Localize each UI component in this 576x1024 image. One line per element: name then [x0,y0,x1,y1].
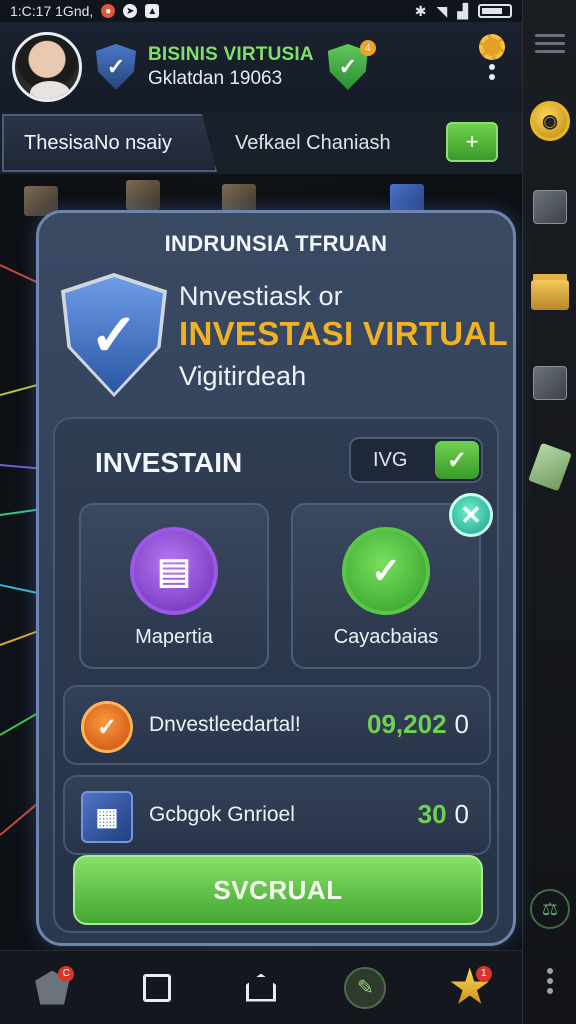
app-name: BISINIS VIRTUSIA [148,44,314,65]
chat-card-icon: ▤ [130,527,218,615]
section-title: INVESTAIN [95,447,243,478]
right-rail: ◉ ⚖ [522,0,576,1024]
headline-line-1: Nnvestiask or [179,281,343,311]
notification-count: 4 [359,40,376,56]
gallery-icon: ▲ [145,4,160,18]
investment-row[interactable]: ✓ Dnvestleedartal! 09,202 0 [63,685,491,765]
ivg-toggle[interactable]: IVG ✓ [349,437,483,483]
row-value: 09,202 0 [367,709,469,740]
toggle-label: IVG [373,449,408,471]
profile-header: ✓ BISINIS VIRTUSIA Gklatdan 19063 ✓ 4 [0,22,522,112]
header-titles: BISINIS VIRTUSIA Gklatdan 19063 [148,44,314,90]
row-value: 30 0 [418,799,469,830]
home-icon [245,973,276,1002]
bluetooth-icon: ✱ [414,2,427,19]
background-crate [126,180,160,210]
vault-button[interactable] [529,362,571,404]
gold-bars-button[interactable] [529,274,571,316]
investment-row[interactable]: ▦ Gcbgok Gnrioel 30 0 [63,775,491,855]
gold-bars-icon [531,280,569,310]
tab-active[interactable]: ThesisaNo nsaiy [2,114,217,172]
check-icon: ✓ [435,441,479,479]
safe-icon [533,190,567,224]
row-label: Gcbgok Gnrioel [149,803,295,826]
card-title: INDRUNSIA TFRUAN [164,231,388,256]
edit-button[interactable]: ✎ [341,964,389,1012]
verified-badge[interactable]: ✓ 4 [327,40,376,90]
investment-card: INDRUNSIA TFRUAN ✓ Nnvestiask or INVESTA… [36,210,516,946]
scale-button[interactable]: ⚖ [529,888,571,930]
notification-icon: ● [101,4,116,18]
headline-line-3: Vigitirdeah [179,361,307,391]
menu-icon[interactable] [529,22,571,64]
wifi-icon: ◥ [436,2,448,19]
signal-icon: ▟ [457,2,468,19]
bottom-nav: C ✎ 1 [0,950,522,1024]
tab-inactive[interactable]: Vefkael Chaniash [235,132,391,155]
row-label: Dnvestleedartal! [149,713,301,736]
globe-coin-icon: ◉ [530,101,570,141]
home-button[interactable] [237,964,285,1012]
nav-badge: 1 [475,965,492,982]
tile-cayacbaias[interactable]: ✓ Cayacbaias ✕ [291,493,493,669]
cash-button[interactable] [528,442,572,492]
cash-icon [528,442,572,492]
shield-check-icon: ✓ [96,44,136,90]
more-dots-icon [489,60,495,84]
tile-label: Mapertia [135,626,213,648]
recents-button[interactable] [133,964,181,1012]
tile-mapertia[interactable]: ▤ Mapertia [79,503,269,669]
globe-coin-button[interactable]: ◉ [529,100,571,142]
settings-button[interactable] [474,34,510,100]
tab-bar: ThesisaNo nsaiy Vefkael Chaniash + [0,112,522,174]
big-shield-check-icon: ✓ [65,277,163,393]
battery-icon [478,4,512,18]
more-options-icon[interactable] [529,960,571,1002]
scale-icon: ⚖ [530,889,570,929]
avatar[interactable] [12,32,82,102]
close-icon[interactable]: ✕ [449,493,493,537]
row-suffix: 0 [454,799,469,829]
app-subtitle: Gklatdan 19063 [148,68,283,89]
status-bar: 1:C:17 1Gnd, ● ➤ ▲ ✱ ◥ ▟ [0,0,522,22]
vault-icon [533,366,567,400]
tile-label: Cayacbaias [333,626,439,648]
row-amount: 09,202 [367,709,447,739]
map-button[interactable]: C [28,964,76,1012]
row-amount: 30 [417,799,447,829]
add-button[interactable]: + [446,122,498,162]
row-suffix: 0 [454,709,469,739]
submit-button[interactable]: SVCRUAL [73,855,483,925]
orange-check-icon: ✓ [81,701,133,753]
nav-badge: C [58,965,75,982]
gear-icon [479,34,505,60]
compass-icon: ➤ [123,4,138,18]
green-check-icon: ✓ [342,527,430,615]
status-time: 1:C:17 1Gnd, [10,3,94,19]
gold-box-icon: ▦ [81,791,133,843]
rewards-button[interactable]: 1 [446,964,494,1012]
square-icon [142,973,171,1002]
headline-line-2: INVESTASI VIRTUAL [179,315,509,352]
invest-panel: INVESTAIN IVG ✓ ▤ Mapertia ✓ Cayacbaias … [53,417,499,933]
pen-icon: ✎ [344,966,387,1009]
safe-button[interactable] [529,186,571,228]
plus-icon: + [465,129,479,154]
